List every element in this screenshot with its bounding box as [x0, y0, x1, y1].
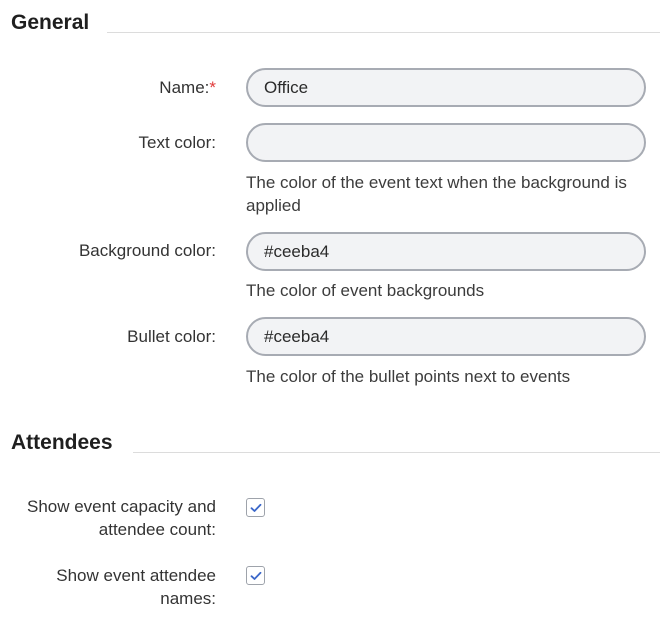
name-input[interactable] [246, 68, 646, 107]
name-label: Name:* [159, 76, 216, 99]
required-marker: * [209, 78, 216, 97]
background-color-help: The color of event backgrounds [246, 281, 485, 300]
text-color-help: The color of the event text when the bac… [246, 173, 627, 215]
bullet-color-label: Bullet color: [127, 327, 216, 346]
show-capacity-checkbox[interactable] [246, 498, 265, 517]
section-divider [133, 452, 660, 453]
background-color-label: Background color: [78, 241, 216, 260]
text-color-label: Text color: [138, 133, 216, 152]
text-color-input[interactable] [246, 123, 646, 162]
name-label-text: Name: [159, 78, 210, 97]
checkmark-icon [250, 571, 261, 580]
section-title-general: General [11, 11, 90, 34]
show-names-checkbox[interactable] [246, 566, 265, 585]
background-color-input[interactable] [246, 232, 646, 271]
bullet-color-help: The color of the bullet points next to e… [246, 367, 571, 386]
section-divider [107, 32, 660, 33]
checkmark-icon [250, 503, 261, 512]
bullet-color-input[interactable] [246, 317, 646, 356]
section-title-attendees: Attendees [11, 431, 113, 454]
show-names-label: Show event attendee names: [56, 566, 216, 608]
show-capacity-label: Show event capacity and attendee count: [26, 497, 216, 539]
